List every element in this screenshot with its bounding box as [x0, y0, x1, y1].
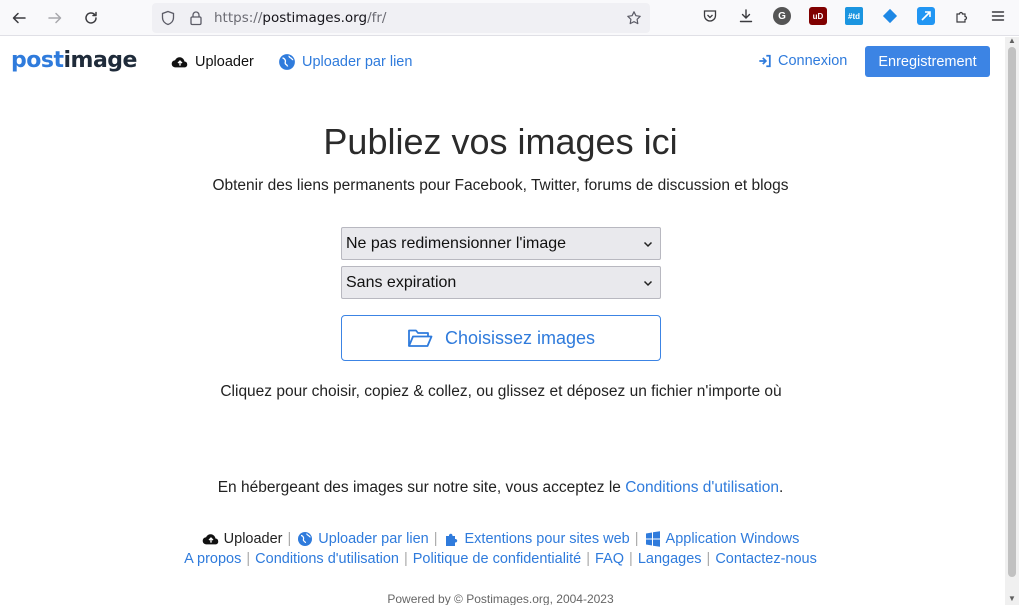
nav-login[interactable]: Connexion [758, 53, 847, 69]
sign-in-icon [759, 54, 771, 68]
bookmark-star-icon[interactable] [626, 10, 642, 26]
chevron-down-icon [643, 280, 653, 287]
footer-uploader-label: Uploader [223, 531, 283, 547]
ublock-icon[interactable]: uD [809, 7, 827, 25]
page-title: Publiez vos images ici [323, 121, 678, 162]
download-icon[interactable] [737, 7, 755, 25]
arrow-left-icon [12, 12, 26, 24]
arrow-right-icon [48, 12, 62, 24]
globe-icon [298, 532, 313, 546]
terms-link[interactable]: Conditions d'utilisation [625, 479, 779, 496]
footer-windows-app[interactable]: Application Windows [644, 531, 800, 547]
terms-prefix: En hébergeant des images sur notre site,… [217, 479, 626, 496]
reload-icon [85, 11, 97, 24]
register-button[interactable]: Enregistrement [865, 46, 990, 77]
terms-notice: En hébergeant des images sur notre site,… [0, 479, 1001, 497]
globe-icon [279, 54, 295, 70]
cloud-upload-icon [202, 534, 218, 545]
upload-help-text: Cliquez pour choisir, copiez & collez, o… [220, 383, 782, 400]
footer-row-secondary: A propos | Conditions d'utilisation | Po… [184, 551, 817, 567]
extension-diamond-icon[interactable] [881, 7, 899, 25]
url-scheme: https:// [214, 10, 263, 26]
footer-contact-link[interactable]: Contactez-nous [715, 551, 817, 567]
url-path: /fr/ [367, 10, 387, 26]
footer-windows-app-label[interactable]: Application Windows [666, 531, 800, 547]
nav-uploader-link[interactable]: Uploader par lien [278, 53, 412, 71]
scroll-thumb[interactable] [1008, 47, 1016, 577]
postimage-logo[interactable]: postimage [11, 48, 137, 73]
page-scrollbar[interactable]: ▲ ▼ [1005, 37, 1019, 605]
footer-extensions-label[interactable]: Extentions pour sites web [465, 531, 630, 547]
puzzle-icon [445, 533, 457, 546]
back-button[interactable] [6, 6, 32, 30]
expiration-select[interactable]: Sans expiration [341, 266, 661, 299]
folder-open-icon [408, 329, 433, 347]
scroll-up-arrow-icon[interactable]: ▲ [1007, 37, 1017, 45]
logo-image-text: image [63, 48, 137, 73]
footer-languages-link[interactable]: Langages [638, 551, 702, 567]
shield-icon[interactable] [160, 10, 176, 26]
page-subtitle: Obtenir des liens permanents pour Facebo… [212, 177, 789, 194]
nav-uploader[interactable]: Uploader [171, 53, 254, 71]
footer-row-primary: Uploader | Uploader par lien | Extention… [0, 531, 1001, 547]
footer-faq-link[interactable]: FAQ [595, 551, 624, 567]
powered-by-text: Powered by © Postimages.org, 2004-2023 [387, 592, 614, 605]
footer-uploader[interactable]: Uploader [202, 531, 283, 547]
hamburger-menu-icon[interactable] [989, 7, 1007, 25]
footer-uploader-link-label[interactable]: Uploader par lien [318, 531, 428, 547]
choose-images-button[interactable]: Choisissez images [341, 315, 661, 361]
footer-about-link[interactable]: A propos [184, 551, 241, 567]
pocket-icon[interactable] [701, 7, 719, 25]
nav-login-label: Connexion [778, 53, 848, 69]
lock-icon[interactable] [188, 10, 204, 26]
resize-select-value: Ne pas redimensionner l'image [346, 234, 567, 252]
url-text[interactable]: https://postimages.org/fr/ [214, 10, 386, 26]
windows-icon [645, 531, 660, 547]
nav-uploader-label: Uploader [195, 54, 254, 70]
resize-select[interactable]: Ne pas redimensionner l'image [341, 227, 661, 260]
nav-uploader-link-label: Uploader par lien [302, 54, 413, 70]
url-host: postimages.org [262, 10, 368, 26]
extension-td-icon[interactable]: #td [845, 7, 863, 25]
forward-button[interactable] [42, 6, 68, 30]
footer-privacy-link[interactable]: Politique de confidentialité [413, 551, 581, 567]
scroll-down-arrow-icon[interactable]: ▼ [1007, 595, 1017, 603]
footer-uploader-link[interactable]: Uploader par lien [296, 531, 429, 547]
address-bar[interactable]: https://postimages.org/fr/ [152, 3, 650, 33]
extension-blue-icon[interactable] [917, 7, 935, 25]
logo-post-text: post [11, 48, 64, 73]
extension-g-icon[interactable]: G [773, 7, 791, 25]
extensions-puzzle-icon[interactable] [953, 7, 971, 25]
choose-images-label: Choisissez images [444, 327, 596, 348]
chevron-down-icon [643, 241, 653, 248]
expiration-select-value: Sans expiration [346, 273, 457, 291]
cloud-upload-icon [171, 57, 188, 68]
reload-button[interactable] [78, 6, 104, 30]
footer-terms-link[interactable]: Conditions d'utilisation [255, 551, 399, 567]
browser-toolbar: https://postimages.org/fr/ G uD #td [0, 0, 1019, 36]
footer-extensions[interactable]: Extentions pour sites web [443, 531, 630, 547]
terms-suffix: . [778, 479, 784, 496]
